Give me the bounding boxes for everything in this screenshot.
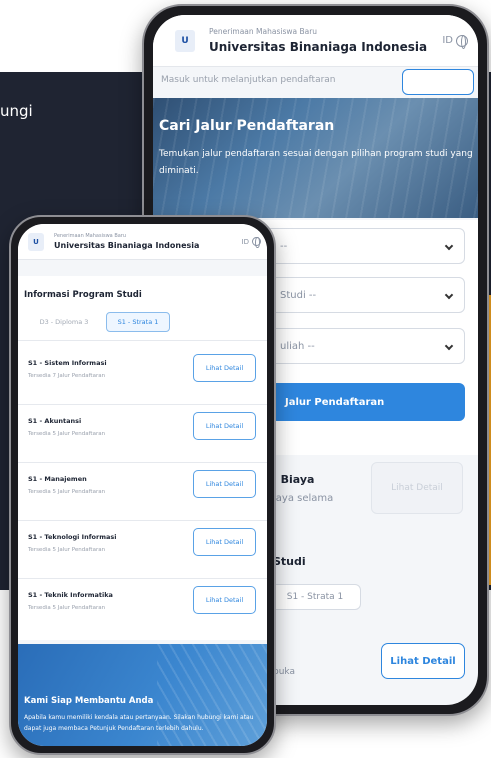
university-logo: U <box>175 29 195 52</box>
background-text: ungi <box>0 102 33 120</box>
program-list-panel: Informasi Program Studi D3 - Diploma 3 S… <box>18 276 267 640</box>
header-title: Universitas Binaniaga Indonesia <box>54 241 200 250</box>
program-item-teknik-informatika: S1 - Teknik Informatika Tersedia 5 Jalur… <box>18 578 267 636</box>
tab-strata-1[interactable]: S1 - Strata 1 <box>106 312 170 332</box>
chevron-down-icon <box>444 341 454 351</box>
language-label: ID <box>442 35 453 46</box>
detail-button[interactable]: Lihat Detail <box>193 412 256 440</box>
program-item-teknologi-informasi: S1 - Teknologi Informasi Tersedia 5 Jalu… <box>18 520 267 578</box>
hero-title: Cari Jalur Pendaftaran <box>159 118 335 134</box>
help-description: Apabila kamu memiliki kendala atau perta… <box>24 714 254 732</box>
waktu-kuliah-select[interactable]: uliah -- <box>243 328 465 364</box>
header-subtitle: Penerimaan Mahasiswa Baru <box>209 27 318 36</box>
studi-title: Studi <box>273 555 306 568</box>
scroll-text: Masuk untuk melanjutkan pendaftaran <box>161 75 336 85</box>
help-banner: Kami Siap Membantu Anda Apabila kamu mem… <box>18 644 267 746</box>
detail-button[interactable]: Lihat Detail <box>193 528 256 556</box>
biaya-detail-button[interactable]: Lihat Detail <box>371 462 463 514</box>
search-jalur-button[interactable]: Jalur Pendaftaran <box>243 383 465 421</box>
front-phone: U Penerimaan Mahasiswa Baru Universitas … <box>9 215 276 755</box>
globe-icon <box>456 34 468 49</box>
jalur-select[interactable]: -- <box>243 228 465 264</box>
tab-diploma-3[interactable]: D3 - Diploma 3 <box>28 312 100 332</box>
help-title: Kami Siap Membantu Anda <box>24 696 154 706</box>
chevron-down-icon <box>444 290 454 300</box>
university-logo: U <box>28 232 44 251</box>
info-program-title: Informasi Program Studi <box>24 290 142 300</box>
login-button[interactable] <box>402 69 474 95</box>
language-switcher[interactable]: ID <box>241 237 261 248</box>
program-item-manajemen: S1 - Manajemen Tersedia 5 Jalur Pendafta… <box>18 462 267 520</box>
program-studi-select[interactable]: Studi -- <box>243 277 465 313</box>
language-label: ID <box>241 237 249 246</box>
header-title: Universitas Binaniaga Indonesia <box>209 40 428 54</box>
globe-icon <box>252 237 261 248</box>
chevron-down-icon <box>444 241 454 251</box>
front-app-header: U Penerimaan Mahasiswa Baru Universitas … <box>18 224 267 260</box>
back-app-header: U Penerimaan Mahasiswa Baru Universitas … <box>153 15 478 67</box>
back-detail-button[interactable]: Lihat Detail <box>381 643 465 679</box>
strata-chip[interactable]: S1 - Strata 1 <box>269 584 361 610</box>
biaya-description: iaya selama <box>273 493 334 504</box>
hero-banner: Cari Jalur Pendaftaran Temukan jalur pen… <box>153 98 478 218</box>
front-phone-screen: U Penerimaan Mahasiswa Baru Universitas … <box>18 224 267 746</box>
header-subtitle: Penerimaan Mahasiswa Baru <box>54 233 127 239</box>
biaya-title: i Biaya <box>273 473 315 486</box>
detail-button[interactable]: Lihat Detail <box>193 470 256 498</box>
buka-text: buka <box>273 667 295 677</box>
program-item-akuntansi: S1 - Akuntansi Tersedia 5 Jalur Pendafta… <box>18 404 267 462</box>
program-item-sistem-informasi: S1 - Sistem Informasi Tersedia 7 Jalur P… <box>18 346 267 404</box>
language-switcher[interactable]: ID <box>442 34 468 49</box>
detail-button[interactable]: Lihat Detail <box>193 354 256 382</box>
detail-button[interactable]: Lihat Detail <box>193 586 256 614</box>
hero-description: Temukan jalur pendaftaran sesuai dengan … <box>159 149 473 176</box>
